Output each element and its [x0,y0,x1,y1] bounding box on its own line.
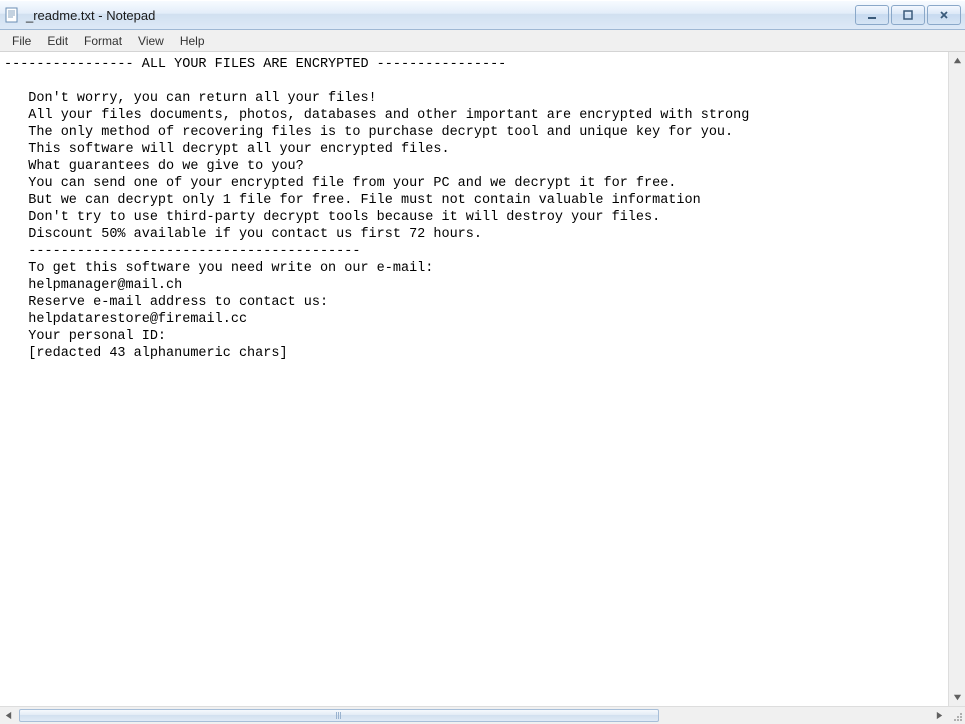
scroll-up-button[interactable] [949,52,965,69]
vertical-scrollbar[interactable] [948,52,965,706]
menu-edit[interactable]: Edit [39,32,76,50]
titlebar[interactable]: _readme.txt - Notepad [0,0,965,30]
menu-format[interactable]: Format [76,32,130,50]
hscroll-thumb[interactable] [19,709,659,722]
horizontal-scroll-row [0,706,965,723]
close-button[interactable] [927,5,961,25]
menu-file[interactable]: File [4,32,39,50]
chevron-right-icon [935,711,944,720]
chevron-up-icon [953,56,962,65]
horizontal-scrollbar[interactable] [0,707,948,723]
menu-help[interactable]: Help [172,32,213,50]
chevron-down-icon [953,693,962,702]
chevron-left-icon [4,711,13,720]
maximize-button[interactable] [891,5,925,25]
hscroll-track[interactable] [17,707,931,724]
resize-grip-icon [952,711,963,722]
notepad-window: _readme.txt - Notepad File Edit [0,0,965,723]
scroll-left-button[interactable] [0,707,17,724]
resize-grip[interactable] [948,707,965,724]
minimize-icon [866,9,878,21]
scroll-right-button[interactable] [931,707,948,724]
close-icon [938,9,950,21]
menu-view[interactable]: View [130,32,172,50]
content-area: ---------------- ALL YOUR FILES ARE ENCR… [0,52,965,706]
thumb-grip-icon [336,712,341,719]
notepad-icon [4,7,20,23]
window-controls [855,5,961,25]
minimize-button[interactable] [855,5,889,25]
maximize-icon [902,9,914,21]
text-editor[interactable]: ---------------- ALL YOUR FILES ARE ENCR… [0,52,948,706]
scroll-down-button[interactable] [949,689,965,706]
window-title: _readme.txt - Notepad [26,8,855,23]
menubar: File Edit Format View Help [0,30,965,52]
